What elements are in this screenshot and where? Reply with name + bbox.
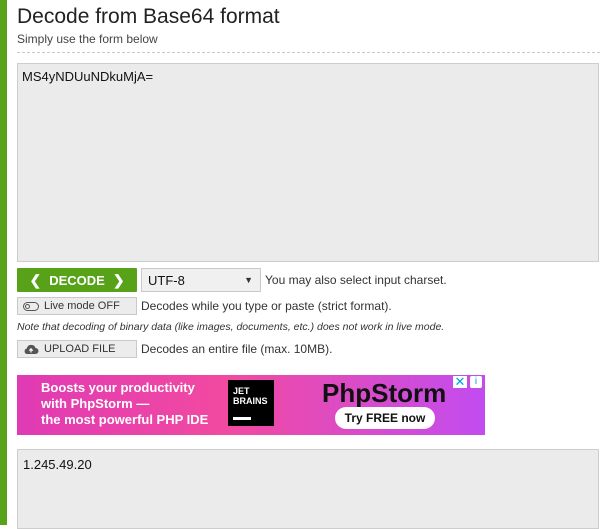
page-subtitle: Simply use the form below: [17, 32, 158, 46]
ad-line-1: Boosts your productivity: [41, 380, 195, 395]
upload-file-label: UPLOAD FILE: [44, 343, 116, 355]
binary-data-note: Note that decoding of binary data (like …: [17, 321, 445, 333]
upload-hint: Decodes an entire file (max. 10MB).: [141, 342, 333, 356]
ad-line-2: with PhpStorm —: [41, 396, 150, 411]
toggle-off-icon: [23, 301, 39, 311]
header-divider: [17, 52, 600, 53]
charset-hint: You may also select input charset.: [265, 273, 447, 287]
base64-input-textarea[interactable]: MS4yNDUuNDkuMjA=: [17, 63, 599, 262]
live-mode-hint: Decodes while you type or paste (strict …: [141, 299, 392, 313]
charset-value: UTF-8: [148, 272, 185, 288]
decoded-output-textarea[interactable]: 1.245.49.20: [17, 449, 599, 529]
ad-line-3: the most powerful PHP IDE: [41, 412, 209, 427]
decode-button[interactable]: ❮ DECODE ❯: [17, 268, 137, 292]
chevron-right-icon: ❯: [112, 271, 125, 288]
live-mode-toggle[interactable]: Live mode OFF: [17, 297, 137, 315]
ad-info-icon[interactable]: i: [470, 376, 482, 388]
live-mode-label: Live mode OFF: [44, 300, 120, 312]
charset-select[interactable]: UTF-8 ▼: [141, 268, 261, 292]
ad-brand-name: PhpStorm: [322, 378, 447, 408]
ad-text: Boosts your productivity with PhpStorm —…: [41, 380, 208, 428]
ad-close-icon[interactable]: ✕: [453, 375, 467, 388]
decode-button-label: DECODE: [49, 272, 105, 288]
left-accent-bar: [0, 0, 7, 525]
page-title: Decode from Base64 format: [17, 5, 280, 28]
ad-cta-button[interactable]: Try FREE now: [335, 407, 435, 429]
dropdown-arrow-icon: ▼: [244, 275, 253, 285]
chevron-left-icon: ❮: [29, 271, 42, 288]
jetbrains-logo: JET BRAINS: [228, 380, 274, 426]
cloud-upload-icon: [24, 344, 39, 354]
upload-file-button[interactable]: UPLOAD FILE: [17, 340, 137, 358]
advertisement-banner[interactable]: Boosts your productivity with PhpStorm —…: [17, 375, 485, 435]
